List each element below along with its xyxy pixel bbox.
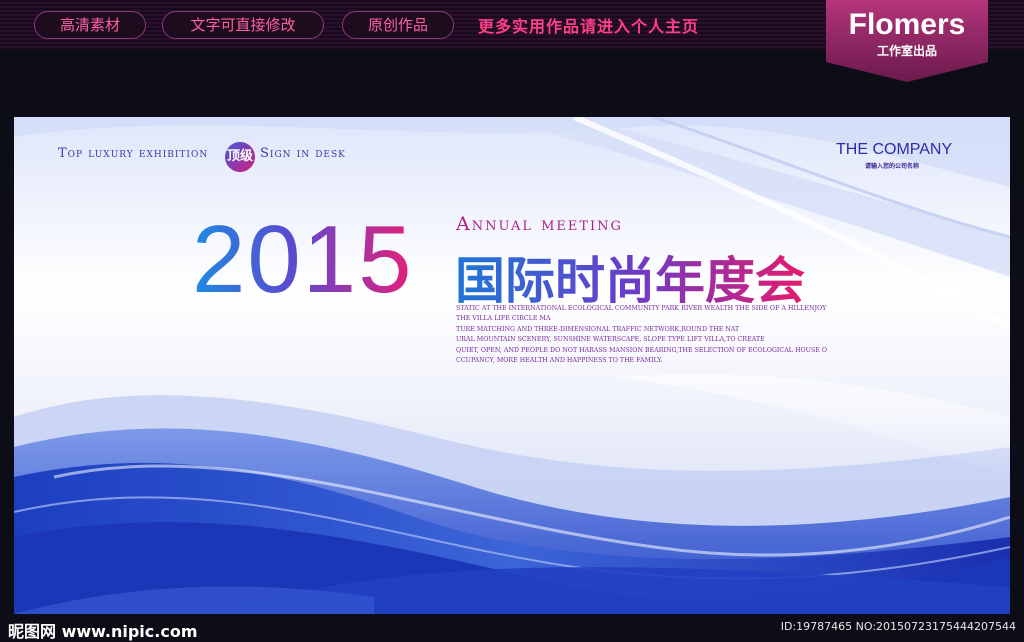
annual-meeting-banner: Top luxury exhibition 顶级 Sign in desk TH… — [14, 117, 1010, 614]
chinese-title: 国际时尚年度会 — [455, 241, 805, 313]
pill-original-work: 原创作品 — [342, 11, 454, 39]
paragraph-line: QUIET, OPEN, AND PEOPLE DO NOT HARASS MA… — [456, 346, 827, 354]
year-title: 2015 — [192, 206, 414, 313]
company-name: THE COMPANY — [836, 141, 953, 158]
brand-subtitle: 工作室出品 — [876, 44, 937, 58]
homepage-note: 更多实用作品请进入个人主页 — [478, 17, 700, 36]
brand-logo: Flomers 工作室出品 — [826, 0, 988, 82]
pill-editable-text: 文字可直接修改 — [162, 11, 324, 39]
tag-top-luxury-exhibition: Top luxury exhibition — [58, 146, 209, 161]
nipic-logo: 昵图网 www.nipic.com — [8, 622, 198, 641]
paragraph-line: TURE MATCHING AND THREE-DIMENSIONAL TRAF… — [456, 325, 740, 333]
tag-sign-in-desk: Sign in desk — [260, 146, 346, 161]
image-id-text: ID:19787465 NO:20150723175444207544 — [780, 620, 1016, 633]
pill-hd-material: 高清素材 — [34, 11, 146, 39]
description-paragraph: STATIC AT THE INTERNATIONAL ECOLOGICAL C… — [456, 304, 856, 366]
paragraph-line: URAL MOUNTAIN SCENERY, SUNSHINE WATERSCA… — [456, 336, 765, 344]
company-name-hint: 请输入您的公司名称 — [865, 163, 920, 170]
badge-top-grade: 顶级 — [225, 142, 255, 172]
paragraph-line: STATIC AT THE INTERNATIONAL ECOLOGICAL C… — [456, 305, 827, 312]
brand-name: Flomers — [848, 8, 966, 41]
annual-meeting-label: Annual meeting — [456, 213, 623, 235]
paragraph-line: CCUPANCY, MORE HEALTH AND HAPPINESS TO T… — [456, 356, 663, 364]
paragraph-line: THE VILLA LIFE CIRCLE MA — [456, 315, 551, 323]
footer-watermark: 昵图网 www.nipic.com ID:19787465 NO:2015072… — [0, 614, 1024, 642]
